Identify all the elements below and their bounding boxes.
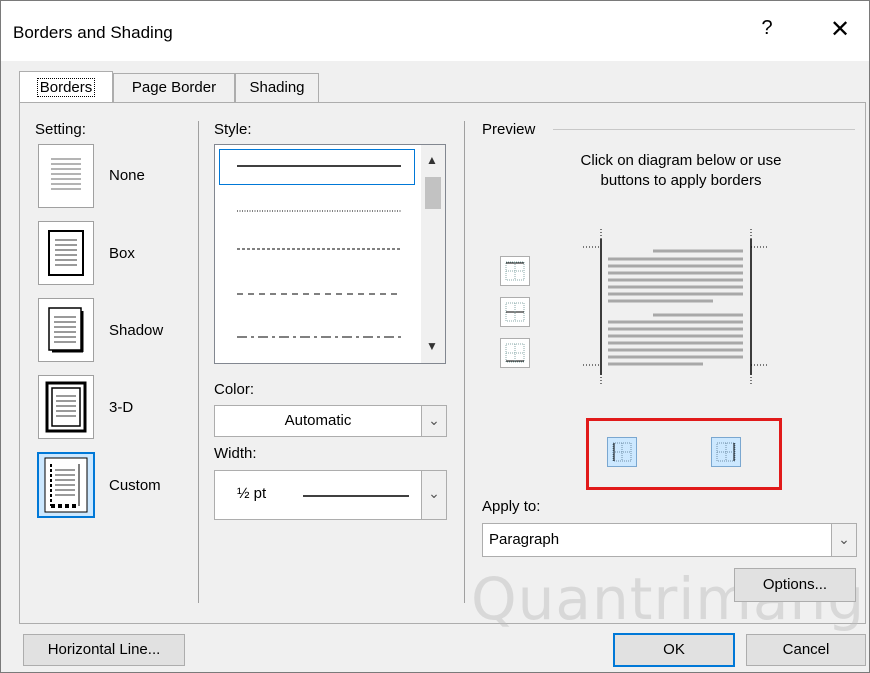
right-border-icon[interactable] — [711, 437, 741, 467]
tab-page-border[interactable]: Page Border — [113, 73, 235, 102]
setting-none-label[interactable]: None — [109, 167, 145, 184]
preview-divider — [464, 121, 465, 603]
setting-header: Setting: — [35, 121, 86, 138]
chevron-down-icon[interactable]: ⌄ — [421, 406, 446, 436]
color-header: Color: — [214, 381, 255, 398]
setting-none-icon[interactable] — [38, 144, 94, 208]
setting-box-icon[interactable] — [38, 221, 94, 285]
scroll-thumb[interactable] — [425, 177, 441, 209]
color-value: Automatic — [284, 412, 352, 429]
setting-shadow-icon[interactable] — [38, 298, 94, 362]
width-value: ½ pt — [237, 485, 267, 502]
style-header: Style: — [214, 121, 252, 138]
setting-custom-label[interactable]: Custom — [109, 477, 161, 494]
horizontal-line-button[interactable]: Horizontal Line... — [23, 634, 185, 666]
preview-group-line — [553, 129, 855, 130]
setting-3d-icon[interactable] — [38, 375, 94, 439]
tab-page-border-label: Page Border — [131, 79, 217, 96]
cancel-button[interactable]: Cancel — [746, 634, 866, 666]
title-bar: Borders and Shading ? ✕ — [1, 1, 869, 61]
chevron-down-icon[interactable]: ⌄ — [421, 471, 446, 519]
column-divider — [198, 121, 199, 603]
chevron-down-icon[interactable]: ⌄ — [831, 524, 856, 556]
setting-custom-icon[interactable] — [37, 452, 95, 518]
setting-3d-label[interactable]: 3-D — [109, 399, 133, 416]
color-dropdown[interactable]: Automatic ⌄ — [214, 405, 447, 437]
help-button[interactable]: ? — [753, 17, 781, 40]
style-scrollbar[interactable]: ▲ ▼ — [421, 145, 445, 363]
inside-horizontal-border-icon[interactable] — [500, 297, 530, 327]
ok-button[interactable]: OK — [613, 633, 735, 667]
preview-header: Preview — [482, 121, 536, 138]
apply-to-dropdown[interactable]: Paragraph ⌄ — [482, 523, 857, 557]
dialog-title: Borders and Shading — [13, 23, 173, 42]
width-header: Width: — [214, 445, 257, 462]
preview-instructions: Click on diagram below or use buttons to… — [580, 152, 782, 189]
style-listbox[interactable]: ▲ ▼ — [214, 144, 446, 364]
close-button[interactable]: ✕ — [823, 15, 857, 44]
apply-to-value: Paragraph — [489, 531, 560, 548]
scroll-up-icon[interactable]: ▲ — [426, 153, 438, 167]
apply-to-header: Apply to: — [482, 498, 541, 515]
tab-shading[interactable]: Shading — [235, 73, 319, 102]
setting-shadow-label[interactable]: Shadow — [109, 322, 163, 339]
bottom-border-icon[interactable] — [500, 338, 530, 368]
scroll-down-icon[interactable]: ▼ — [426, 339, 438, 353]
setting-box-label[interactable]: Box — [109, 245, 135, 262]
tab-borders[interactable]: Borders — [19, 71, 113, 102]
top-border-icon[interactable] — [500, 256, 530, 286]
width-line-sample — [303, 495, 409, 497]
options-button[interactable]: Options... — [734, 568, 856, 602]
width-dropdown[interactable]: ½ pt ⌄ — [214, 470, 447, 520]
tab-shading-label: Shading — [249, 79, 305, 96]
preview-diagram[interactable] — [583, 229, 773, 389]
left-border-icon[interactable] — [607, 437, 637, 467]
tab-borders-label: Borders — [36, 78, 96, 97]
borders-and-shading-dialog: Borders and Shading ? ✕ Borders Page Bor… — [0, 0, 870, 673]
